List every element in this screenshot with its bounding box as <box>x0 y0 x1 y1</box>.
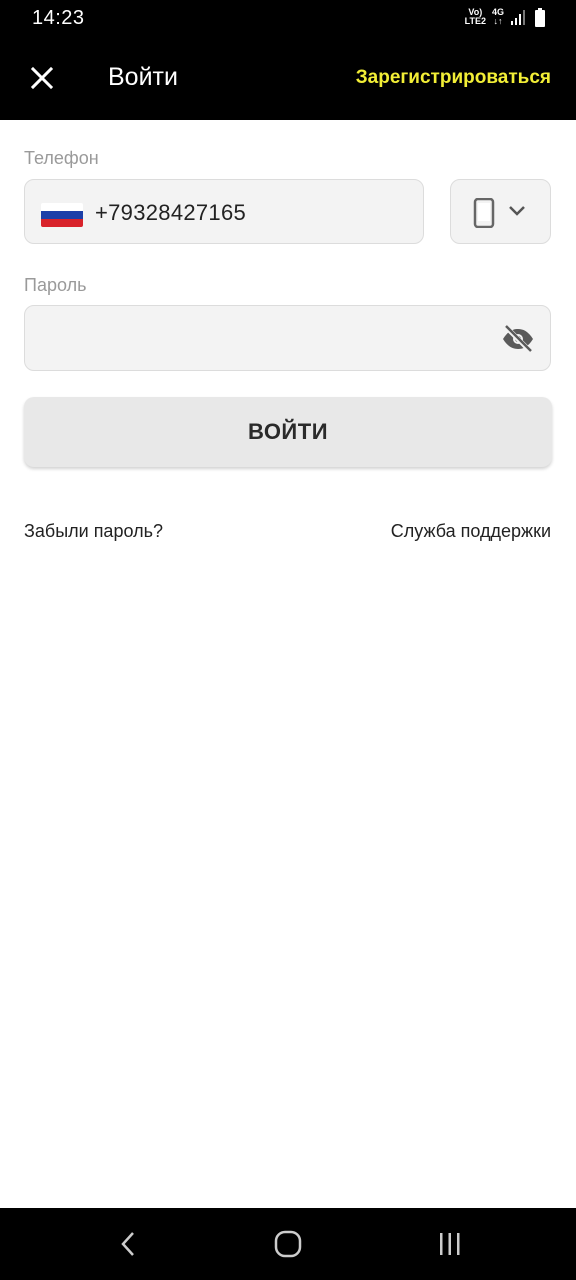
volte-indicator: Vo) LTE2 <box>465 8 486 26</box>
status-bar: 14:23 Vo) LTE2 4G ↓↑ <box>0 0 576 38</box>
smartphone-icon <box>473 198 495 228</box>
data-arrows-icon: ↓↑ <box>493 16 503 26</box>
app-header: Войти Зарегистрироваться <box>0 38 576 120</box>
recents-icon <box>440 1233 460 1255</box>
back-button[interactable] <box>108 1226 148 1262</box>
lte-label: LTE2 <box>464 16 486 26</box>
close-button[interactable] <box>22 58 62 98</box>
login-screen: 14:23 Vo) LTE2 4G ↓↑ Войти Зарегистриров… <box>0 0 576 1280</box>
password-input[interactable] <box>41 318 485 360</box>
home-icon <box>274 1230 302 1258</box>
battery-icon <box>535 8 545 27</box>
login-method-select[interactable] <box>450 179 551 244</box>
status-time: 14:23 <box>32 7 85 29</box>
chevron-down-icon <box>509 206 525 216</box>
register-link[interactable]: Зарегистрироваться <box>356 67 551 89</box>
forgot-password-link[interactable]: Забыли пароль? <box>24 521 163 542</box>
signal-icon <box>511 10 525 25</box>
phone-field[interactable]: +79328427165 <box>24 179 424 244</box>
russia-flag-icon[interactable] <box>41 203 83 227</box>
network-type-indicator: 4G ↓↑ <box>492 8 504 26</box>
phone-label: Телефон <box>24 148 99 168</box>
status-icons: Vo) LTE2 4G ↓↑ <box>465 8 546 30</box>
close-icon <box>30 66 54 90</box>
eye-off-icon[interactable] <box>500 321 536 357</box>
home-button[interactable] <box>268 1226 308 1262</box>
password-field[interactable] <box>24 305 551 371</box>
login-button[interactable]: ВОЙТИ <box>24 397 552 467</box>
password-label: Пароль <box>24 275 87 295</box>
support-link[interactable]: Служба поддержки <box>391 521 551 542</box>
page-title: Войти <box>108 63 178 91</box>
recents-button[interactable] <box>430 1226 470 1262</box>
back-icon <box>121 1232 134 1256</box>
phone-input[interactable]: +79328427165 <box>95 200 246 226</box>
system-nav-bar <box>0 1208 576 1280</box>
